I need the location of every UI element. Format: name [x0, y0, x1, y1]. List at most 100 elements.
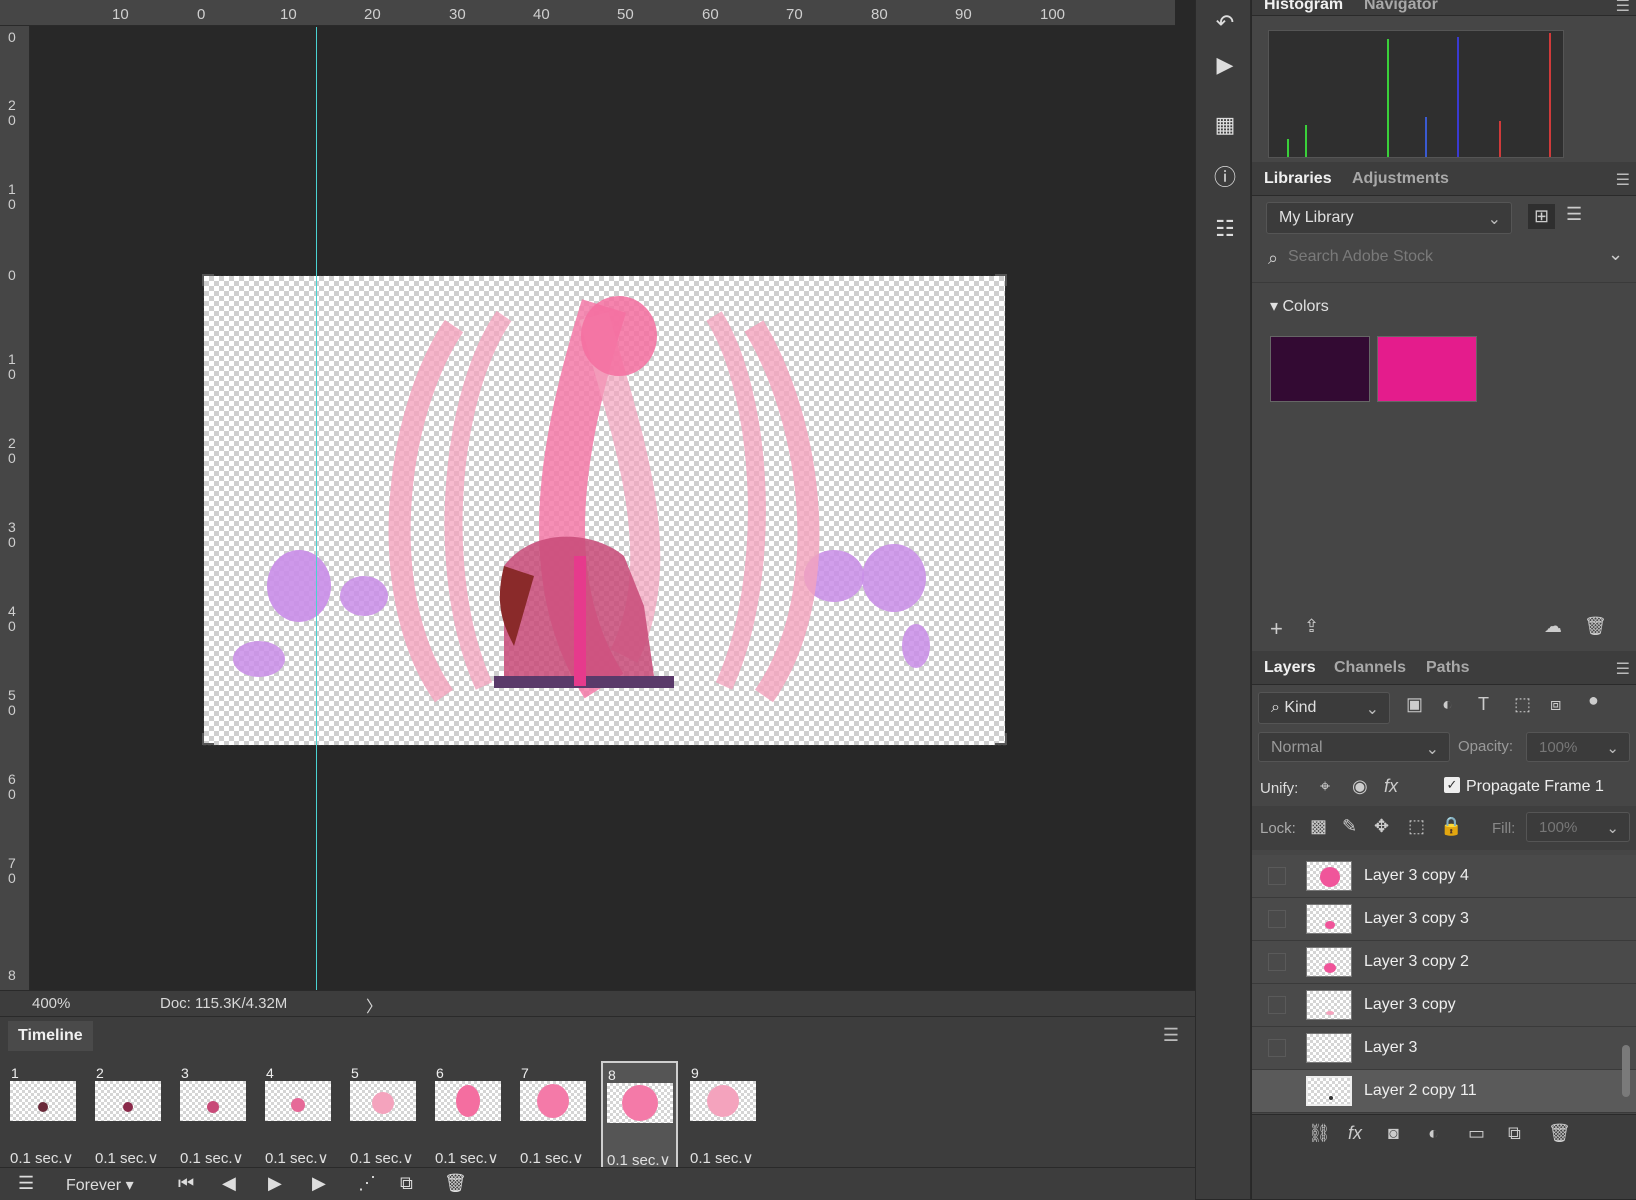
layer-row[interactable]: Layer 3 copy 4 — [1252, 855, 1636, 898]
timeline-frame[interactable]: 2 0.1 sec.∨ — [91, 1061, 168, 1171]
filter-toggle-icon[interactable]: ● — [1588, 690, 1599, 711]
frame-delay[interactable]: 0.1 sec.∨ — [10, 1149, 74, 1167]
adjustment-layer-icon[interactable]: ◐ — [1428, 1123, 1439, 1144]
next-frame-icon[interactable]: ▶ — [312, 1173, 326, 1194]
lock-paint-icon[interactable]: ✎ — [1342, 816, 1357, 837]
tab-navigator[interactable]: Navigator — [1364, 0, 1438, 14]
loop-options-select[interactable]: Forever ▾ — [66, 1175, 134, 1195]
unify-position-icon[interactable]: ⌖ — [1320, 776, 1330, 797]
tab-histogram[interactable]: Histogram — [1264, 0, 1343, 14]
3d-icon[interactable]: ▦ — [1210, 112, 1240, 138]
unify-visibility-icon[interactable]: ◉ — [1352, 776, 1368, 797]
layer-name[interactable]: Layer 3 copy 4 — [1364, 867, 1469, 885]
colors-section-header[interactable]: ▾ Colors — [1270, 296, 1329, 316]
layer-row[interactable]: Layer 3 copy 3 — [1252, 898, 1636, 941]
layer-name[interactable]: Layer 3 copy — [1364, 996, 1456, 1014]
tab-libraries[interactable]: Libraries — [1264, 170, 1332, 188]
grid-view-icon[interactable]: ⊞ — [1528, 204, 1556, 229]
opacity-input[interactable]: 100% ⌄ — [1526, 732, 1630, 762]
lock-artboard-icon[interactable]: ⬚ — [1408, 816, 1425, 837]
fill-input[interactable]: 100% ⌄ — [1526, 812, 1630, 842]
zoom-level[interactable]: 400% — [32, 995, 70, 1012]
timeline-frame[interactable]: 4 0.1 sec.∨ — [261, 1061, 338, 1171]
layer-name[interactable]: Layer 3 — [1364, 1039, 1417, 1057]
frame-delay[interactable]: 0.1 sec.∨ — [520, 1149, 584, 1167]
lock-all-icon[interactable]: 🔒 — [1440, 816, 1462, 837]
frame-delay[interactable]: 0.1 sec.∨ — [180, 1149, 244, 1167]
layer-name[interactable]: Layer 3 copy 2 — [1364, 953, 1469, 971]
type-filter-icon[interactable]: T — [1478, 694, 1489, 715]
tab-paths[interactable]: Paths — [1426, 659, 1470, 677]
history-icon[interactable]: ↶ — [1210, 10, 1240, 36]
library-select[interactable]: My Library ⌄ — [1266, 202, 1512, 234]
tab-layers[interactable]: Layers — [1264, 659, 1316, 677]
visibility-toggle[interactable] — [1268, 910, 1286, 928]
lock-transparent-icon[interactable]: ▩ — [1310, 816, 1327, 837]
properties-icon[interactable]: ☷ — [1210, 216, 1240, 242]
tween-icon[interactable]: ⋰ — [358, 1173, 376, 1194]
visibility-toggle[interactable] — [1268, 953, 1286, 971]
upload-icon[interactable]: ⇪ — [1304, 616, 1319, 637]
lock-move-icon[interactable]: ✥ — [1374, 816, 1389, 837]
convert-timeline-icon[interactable]: ☰ — [18, 1173, 34, 1194]
filter-kind-select[interactable]: ⌕ Kind ⌄ — [1258, 692, 1390, 724]
layer-row[interactable]: Layer 3 copy — [1252, 984, 1636, 1027]
smart-object-filter-icon[interactable]: ⧈ — [1550, 694, 1561, 715]
new-layer-icon[interactable]: ⧉ — [1508, 1123, 1521, 1144]
layer-name[interactable]: Layer 2 copy 11 — [1364, 1082, 1477, 1100]
timeline-frame[interactable]: 7 0.1 sec.∨ — [516, 1061, 593, 1171]
frame-delay[interactable]: 0.1 sec.∨ — [690, 1149, 754, 1167]
creative-cloud-icon[interactable]: ☁ — [1544, 616, 1562, 637]
timeline-frame[interactable]: 5 0.1 sec.∨ — [346, 1061, 423, 1171]
transform-handle[interactable] — [202, 733, 214, 745]
layer-mask-icon[interactable]: ◙ — [1388, 1123, 1399, 1144]
group-folder-icon[interactable]: ▭ — [1468, 1123, 1485, 1144]
transform-handle[interactable] — [995, 274, 1007, 286]
timeline-frame[interactable]: 9 0.1 sec.∨ — [686, 1061, 763, 1171]
adjustment-filter-icon[interactable]: ◐ — [1442, 694, 1453, 715]
duplicate-frame-icon[interactable]: ⧉ — [400, 1173, 413, 1194]
timeline-tab[interactable]: Timeline — [8, 1021, 93, 1051]
timeline-frame[interactable]: 6 0.1 sec.∨ — [431, 1061, 508, 1171]
frame-delay[interactable]: 0.1 sec.∨ — [265, 1149, 329, 1167]
guide-line[interactable] — [316, 27, 317, 990]
layer-row[interactable]: Layer 3 copy 2 — [1252, 941, 1636, 984]
panel-menu-icon[interactable]: ☰ — [1616, 170, 1630, 190]
transform-handle[interactable] — [995, 733, 1007, 745]
color-swatch-dark[interactable] — [1270, 336, 1370, 402]
frame-delay[interactable]: 0.1 sec.∨ — [435, 1149, 499, 1167]
previous-frame-icon[interactable]: ◀ — [222, 1173, 236, 1194]
blend-mode-select[interactable]: Normal ⌄ — [1258, 732, 1450, 762]
chevron-down-icon[interactable]: ⌄ — [1608, 244, 1623, 265]
layer-style-icon[interactable]: fx — [1348, 1123, 1362, 1144]
timeline-frame[interactable]: 3 0.1 sec.∨ — [176, 1061, 253, 1171]
color-swatch-pink[interactable] — [1377, 336, 1477, 402]
document-canvas[interactable] — [203, 275, 1006, 746]
image-filter-icon[interactable]: ▣ — [1406, 694, 1423, 715]
tab-adjustments[interactable]: Adjustments — [1352, 170, 1449, 188]
trash-icon[interactable]: 🗑 — [1548, 1123, 1571, 1144]
frame-delay[interactable]: 0.1 sec.∨ — [95, 1149, 159, 1167]
first-frame-icon[interactable]: ⏮ — [178, 1173, 194, 1194]
panel-menu-icon[interactable]: ☰ — [1616, 659, 1630, 679]
ruler-top[interactable]: 10 0 10 20 30 40 50 60 70 80 90 100 — [0, 0, 1175, 26]
transform-handle[interactable] — [202, 274, 214, 286]
trash-icon[interactable]: 🗑 — [1584, 616, 1607, 637]
trash-icon[interactable]: 🗑 — [444, 1173, 467, 1194]
timeline-frame[interactable]: 1 0.1 sec.∨ — [6, 1061, 83, 1171]
frame-delay[interactable]: 0.1 sec.∨ — [350, 1149, 414, 1167]
panel-menu-icon[interactable]: ☰ — [1616, 0, 1630, 16]
add-icon[interactable]: + — [1270, 616, 1283, 642]
visibility-toggle[interactable] — [1268, 1039, 1286, 1057]
visibility-toggle[interactable] — [1268, 996, 1286, 1014]
info-icon[interactable]: ⓘ — [1210, 160, 1240, 192]
ruler-left[interactable]: 0 20 10 0 10 20 30 40 50 60 70 8 — [0, 26, 30, 990]
layer-row-selected[interactable]: Layer 2 copy 11 — [1252, 1070, 1636, 1113]
unify-style-icon[interactable]: fx — [1384, 776, 1398, 797]
layer-name[interactable]: Layer 3 copy 3 — [1364, 910, 1469, 928]
play-icon[interactable]: ▶ — [268, 1173, 282, 1194]
propagate-checkbox[interactable]: ✓ — [1444, 777, 1460, 793]
layer-row[interactable]: Layer 3 — [1252, 1027, 1636, 1070]
shape-filter-icon[interactable]: ⬚ — [1514, 694, 1531, 715]
tab-channels[interactable]: Channels — [1334, 659, 1406, 677]
